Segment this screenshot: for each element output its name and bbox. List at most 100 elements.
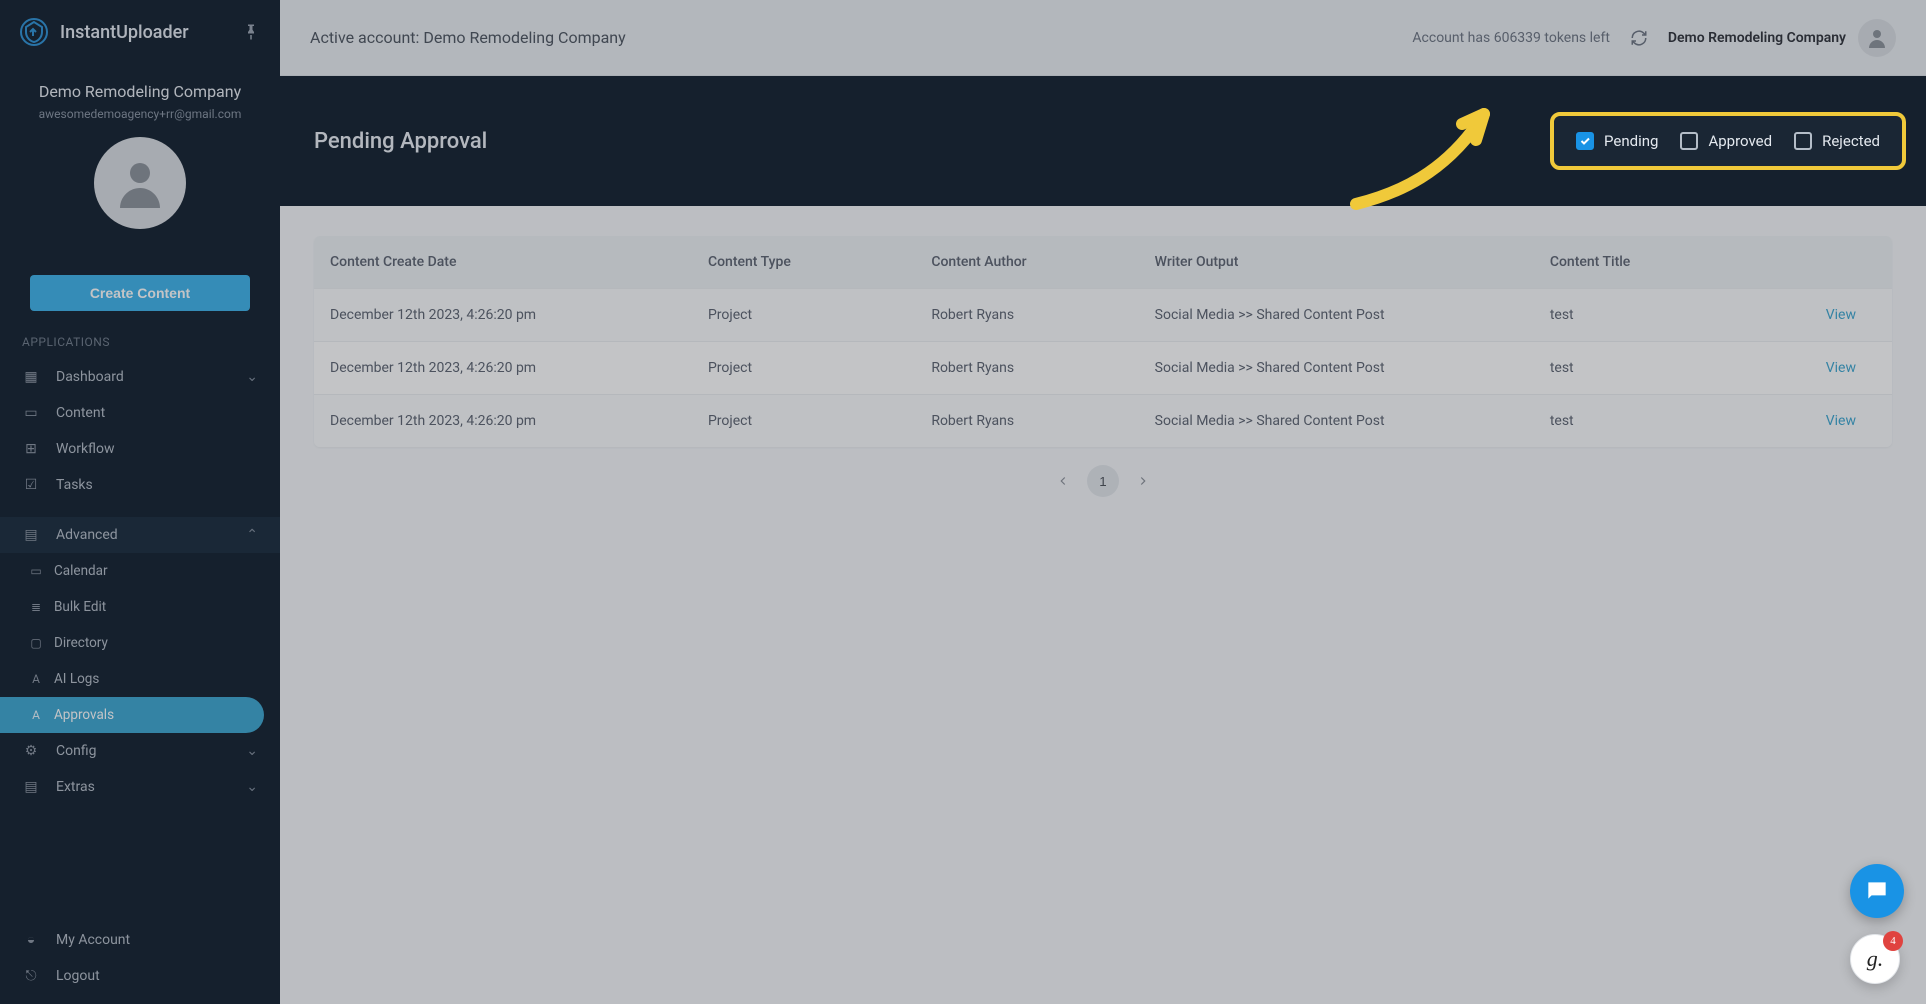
page-title: Pending Approval [314, 129, 487, 154]
sidebar-item-workflow[interactable]: ⊞ Workflow [0, 431, 280, 467]
approvals-table: Content Create Date Content Type Content… [314, 236, 1892, 447]
account-email: awesomedemoagency+rr@gmail.com [16, 107, 264, 121]
col-date: Content Create Date [330, 254, 708, 270]
sidebar-item-dashboard[interactable]: ▦ Dashboard ⌄ [0, 359, 280, 395]
pager: 1 [314, 465, 1892, 497]
content-area: Content Create Date Content Type Content… [280, 206, 1926, 527]
cell-author: Robert Ryans [931, 413, 1154, 429]
view-link[interactable]: View [1756, 360, 1876, 376]
filter-rejected[interactable]: Rejected [1794, 132, 1880, 150]
tokens-remaining: Account has 606339 tokens left [1412, 30, 1610, 46]
col-title: Content Title [1550, 254, 1756, 270]
sidebar-item-calendar[interactable]: ▭ Calendar [0, 553, 280, 589]
sidebar-item-label: Workflow [56, 441, 258, 457]
sidebar-item-label: Bulk Edit [54, 599, 258, 615]
cell-title: test [1550, 360, 1756, 376]
sidebar-item-directory[interactable]: ▢ Directory [0, 625, 280, 661]
brand[interactable]: InstantUploader [20, 18, 189, 46]
pager-next[interactable] [1127, 465, 1159, 497]
cell-writer: Social Media >> Shared Content Post [1155, 307, 1550, 323]
company-name: Demo Remodeling Company [1668, 30, 1846, 46]
pager-prev[interactable] [1047, 465, 1079, 497]
cell-date: December 12th 2023, 4:26:20 pm [330, 360, 708, 376]
sidebar-item-label: AI Logs [54, 671, 258, 687]
gear-icon: ⚙ [22, 743, 40, 759]
nav-advanced: ▤ Advanced ⌃ ▭ Calendar ≣ Bulk Edit ▢ Di… [0, 517, 280, 805]
cell-type: Project [708, 360, 931, 376]
cell-date: December 12th 2023, 4:26:20 pm [330, 307, 708, 323]
checkbox-icon [1680, 132, 1698, 150]
chevron-down-icon: ⌄ [246, 779, 258, 795]
cell-author: Robert Ryans [931, 307, 1154, 323]
grammarly-badge: 4 [1883, 931, 1903, 951]
filter-label: Approved [1708, 132, 1772, 150]
create-content-button[interactable]: Create Content [30, 275, 250, 311]
sidebar-item-advanced[interactable]: ▤ Advanced ⌃ [0, 517, 280, 553]
cell-type: Project [708, 413, 931, 429]
topbar: Active account: Demo Remodeling Company … [280, 0, 1926, 76]
cell-author: Robert Ryans [931, 360, 1154, 376]
chevron-down-icon: ⌄ [246, 369, 258, 385]
pager-page-1[interactable]: 1 [1087, 465, 1119, 497]
sidebar-item-logout[interactable]: ⎋ Logout [0, 958, 280, 994]
cell-title: test [1550, 413, 1756, 429]
sidebar-item-label: Advanced [56, 527, 230, 543]
status-filter-group: Pending Approved Rejected [1550, 112, 1906, 170]
sidebar-top: InstantUploader [0, 0, 280, 64]
document-icon: ▭ [22, 405, 40, 421]
company-menu[interactable]: Demo Remodeling Company [1668, 19, 1896, 57]
folder-icon: ▢ [28, 636, 44, 650]
cell-writer: Social Media >> Shared Content Post [1155, 360, 1550, 376]
cell-date: December 12th 2023, 4:26:20 pm [330, 413, 708, 429]
account-company: Demo Remodeling Company [16, 82, 264, 101]
avatar[interactable] [94, 137, 186, 229]
col-author: Content Author [931, 254, 1154, 270]
user-icon: ◒ [22, 931, 40, 948]
sidebar-item-config[interactable]: ⚙ Config ⌄ [0, 733, 280, 769]
col-type: Content Type [708, 254, 931, 270]
arrow-annotation-icon [1336, 84, 1536, 214]
sidebar-item-content[interactable]: ▭ Content [0, 395, 280, 431]
hero: Pending Approval Pending Approved Reject… [280, 76, 1926, 206]
sidebar-item-approvals[interactable]: A Approvals [0, 697, 264, 733]
sidebar-item-label: Dashboard [56, 369, 230, 385]
apps-icon: ▤ [22, 527, 40, 543]
checkbox-checked-icon [1576, 132, 1594, 150]
nav-bottom: ◒ My Account ⎋ Logout [0, 921, 280, 994]
chevron-down-icon: ⌄ [246, 743, 258, 759]
refresh-button[interactable] [1630, 29, 1648, 47]
cell-title: test [1550, 307, 1756, 323]
table-header: Content Create Date Content Type Content… [314, 236, 1892, 288]
cell-type: Project [708, 307, 931, 323]
view-link[interactable]: View [1756, 413, 1876, 429]
grid-icon: ▦ [22, 369, 40, 385]
view-link[interactable]: View [1756, 307, 1876, 323]
sidebar-item-ai-logs[interactable]: A AI Logs [0, 661, 280, 697]
account-block: Demo Remodeling Company awesomedemoagenc… [0, 64, 280, 253]
sidebar-item-label: Config [56, 743, 230, 759]
sidebar-item-tasks[interactable]: ☑ Tasks [0, 467, 280, 503]
sidebar-item-label: Directory [54, 635, 258, 651]
sidebar-item-label: Approvals [54, 707, 242, 723]
nav-main: ▦ Dashboard ⌄ ▭ Content ⊞ Workflow ☑ Tas… [0, 359, 280, 503]
pin-button[interactable] [242, 23, 260, 41]
table-row: December 12th 2023, 4:26:20 pm Project R… [314, 288, 1892, 341]
check-icon: ☑ [22, 477, 40, 493]
approval-icon: A [28, 708, 44, 722]
sidebar-item-extras[interactable]: ▤ Extras ⌄ [0, 769, 280, 805]
sidebar-item-my-account[interactable]: ◒ My Account [0, 921, 280, 958]
active-account-text: Active account: Demo Remodeling Company [310, 28, 626, 47]
sidebar-item-label: Logout [56, 968, 258, 984]
calendar-icon: ▭ [28, 564, 44, 578]
chat-fab[interactable] [1850, 864, 1904, 918]
main: Active account: Demo Remodeling Company … [280, 0, 1926, 1004]
avatar-icon [1858, 19, 1896, 57]
sidebar-item-bulk-edit[interactable]: ≣ Bulk Edit [0, 589, 280, 625]
sidebar-item-label: Tasks [56, 477, 258, 493]
filter-approved[interactable]: Approved [1680, 132, 1772, 150]
grammarly-fab[interactable]: g. 4 [1850, 934, 1900, 984]
filter-label: Rejected [1822, 132, 1880, 150]
filter-pending[interactable]: Pending [1576, 132, 1658, 150]
sidebar-item-label: Extras [56, 779, 230, 795]
brand-name: InstantUploader [60, 22, 189, 43]
